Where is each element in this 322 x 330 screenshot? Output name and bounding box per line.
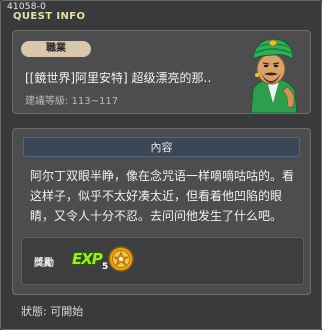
quest-content-panel: 內容 阿尔丁双眼半睁，像在念咒语一样嘀嘀咕咕的。看这样子，似乎不太好凑太近，但看… (12, 128, 311, 295)
exp-icon: EXP (72, 250, 103, 268)
reward-box: 獎勵 EXP 5 (21, 237, 304, 285)
quest-status: 狀態: 可開始 (21, 305, 84, 318)
reward-label: 獎勵 (34, 258, 54, 269)
window-title: QUEST INFO (13, 11, 86, 22)
job-badge: 職業 (21, 41, 91, 57)
recommended-level: 建議等級: 113~117 (25, 96, 119, 107)
content-section-header: 內容 (23, 137, 300, 157)
quest-name: [[鏡世界]阿里安特] 超级漂亮的那.. (25, 71, 212, 85)
quest-description: 阿尔丁双眼半睁，像在念咒语一样嘀嘀咕咕的。看这样子，似乎不太好凑太近，但看着他凹… (30, 169, 295, 223)
quest-info-window: 41058-0 QUEST INFO 職業 [[鏡世界]阿里安特] 超级漂亮的那… (0, 0, 322, 330)
fame-coin-icon (108, 246, 134, 272)
quest-header-panel: 職業 [[鏡世界]阿里安特] 超级漂亮的那.. 建議等級: 113~117 (12, 30, 311, 114)
npc-portrait (250, 38, 298, 113)
